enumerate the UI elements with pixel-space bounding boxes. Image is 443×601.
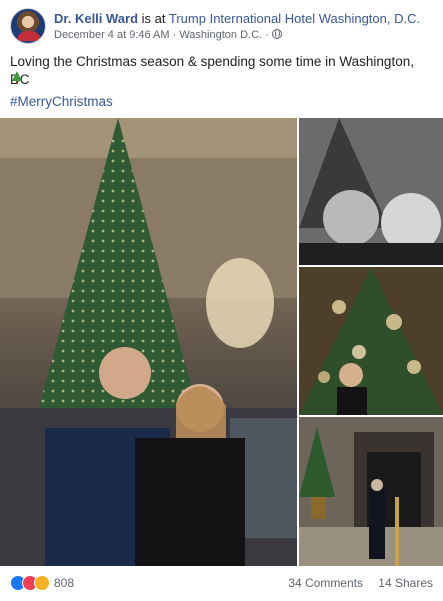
main-photo-image [0,118,297,566]
shares-link[interactable]: 14 Shares [378,576,433,590]
author-link[interactable]: Dr. Kelli Ward [54,11,138,26]
post-header: Dr. Kelli Ward is at Trump International… [10,8,433,44]
photo-tree-ornaments[interactable] [299,267,443,415]
wow-icon [34,575,50,591]
photo-hotel-entrance[interactable] [299,417,443,566]
header-line: Dr. Kelli Ward is at Trump International… [54,10,420,27]
globe-icon[interactable] [271,29,282,39]
reaction-count[interactable]: 808 [54,576,74,590]
photo-bw-couple[interactable] [299,118,443,265]
timestamp-location[interactable]: December 4 at 9:46 AM · Washington D.C. … [54,29,272,41]
comments-link[interactable]: 34 Comments [288,576,363,590]
entrance-photo-image [299,417,443,566]
post-footer: 808 34 Comments 14 Shares [10,574,433,592]
avatar[interactable] [10,8,46,44]
main-photo[interactable] [0,118,297,566]
post-meta: December 4 at 9:46 AM · Washington D.C. … [54,28,282,42]
post-text: Loving the Christmas season & spending s… [10,54,414,87]
bw-photo-image [299,118,443,265]
tree-photo-image [299,267,443,415]
place-link[interactable]: Trump International Hotel Washington, D.… [169,11,420,26]
hashtag-link[interactable]: #MerryChristmas [10,93,113,111]
is-at-text: is at [138,11,169,26]
christmas-tree-emoji [12,71,22,84]
photo-grid [0,118,443,566]
